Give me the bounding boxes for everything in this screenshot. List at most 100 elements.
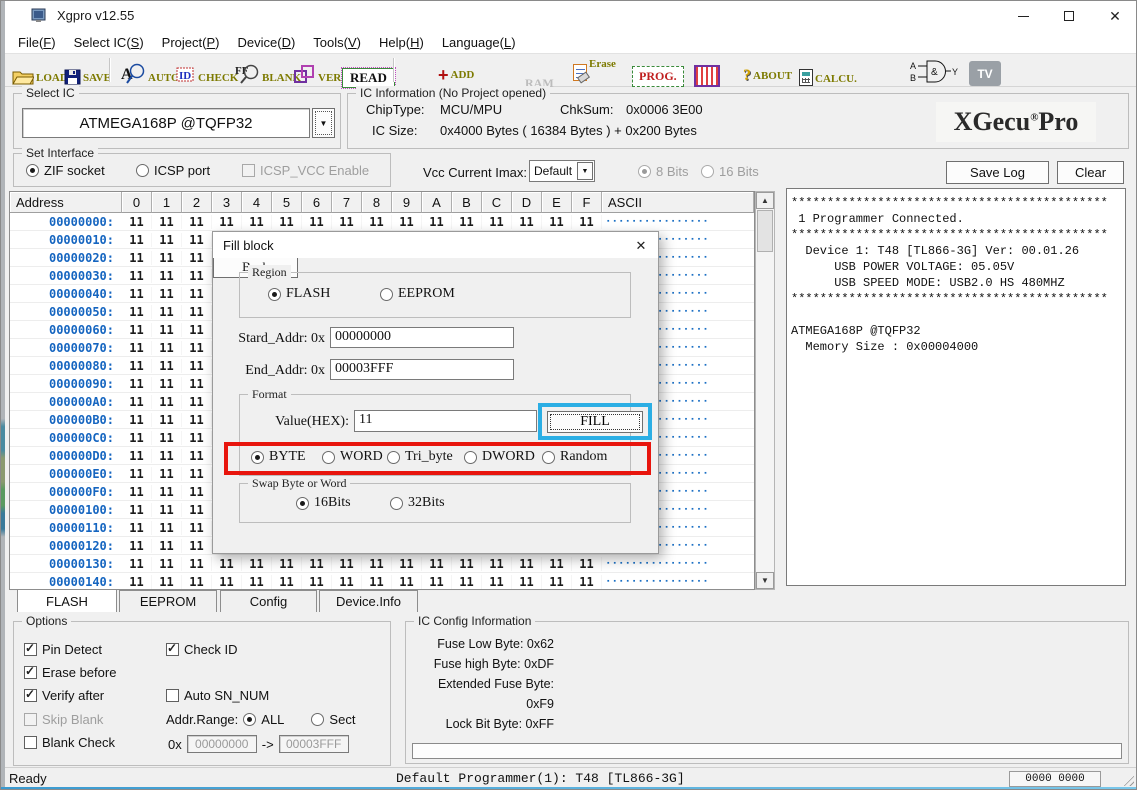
ic-test-button[interactable]	[694, 59, 720, 87]
hex-byte-cell[interactable]: 11	[152, 323, 182, 337]
fill-button[interactable]: FILL	[547, 411, 643, 433]
bits32-swap-radio[interactable]: 32Bits	[390, 495, 445, 511]
zif-socket-radio[interactable]: ZIF socket	[26, 163, 105, 178]
hex-byte-cell[interactable]: 11	[152, 215, 182, 229]
hex-byte-cell[interactable]: 11	[182, 575, 212, 589]
hex-byte-cell[interactable]: 11	[152, 287, 182, 301]
read-button[interactable]: READ	[342, 60, 395, 88]
erase-button[interactable]: Erase	[573, 58, 616, 86]
hex-byte-cell[interactable]: 11	[182, 269, 212, 283]
clear-button[interactable]: Clear	[1057, 161, 1124, 184]
hex-byte-cell[interactable]: 11	[152, 503, 182, 517]
addr-range-sect-radio[interactable]	[311, 713, 324, 726]
hex-byte-cell[interactable]: 11	[152, 305, 182, 319]
select-ic-dropdown-button[interactable]: ▼	[312, 108, 335, 138]
hex-byte-cell[interactable]: 11	[122, 323, 152, 337]
hex-byte-cell[interactable]: 11	[182, 449, 212, 463]
hex-byte-cell[interactable]: 11	[182, 359, 212, 373]
dword-radio[interactable]: DWORD	[464, 449, 535, 465]
dialog-close-button[interactable]: ✕	[630, 236, 652, 256]
maximize-button[interactable]	[1046, 1, 1092, 31]
check-id-checkbox[interactable]: ✓ Check ID	[166, 642, 237, 657]
hex-byte-cell[interactable]: 11	[212, 557, 242, 571]
value-hex-input[interactable]: 11	[354, 410, 537, 432]
hex-byte-cell[interactable]: 11	[332, 557, 362, 571]
hex-byte-cell[interactable]: 11	[122, 449, 152, 463]
about-button[interactable]: ? ABOUT	[743, 62, 792, 90]
hex-byte-cell[interactable]: 11	[182, 467, 212, 481]
auto-button[interactable]: A AUTO	[121, 57, 180, 85]
hex-byte-cell[interactable]: 11	[182, 485, 212, 499]
hex-byte-cell[interactable]: 11	[152, 359, 182, 373]
hex-byte-cell[interactable]: 11	[272, 575, 302, 589]
hex-byte-cell[interactable]: 11	[512, 575, 542, 589]
tab-eeprom[interactable]: EEPROM	[119, 590, 217, 612]
hex-byte-cell[interactable]: 11	[212, 215, 242, 229]
hex-byte-cell[interactable]: 11	[152, 341, 182, 355]
hex-byte-cell[interactable]: 11	[122, 215, 152, 229]
scrollbar-thumb[interactable]	[757, 210, 773, 252]
icsp-vcc-checkbox[interactable]: ICSP_VCC Enable	[242, 163, 369, 178]
tv-button[interactable]: TV	[969, 58, 1001, 86]
erase-before-checkbox[interactable]: ✓ Erase before	[24, 665, 116, 680]
hex-byte-cell[interactable]: 11	[182, 251, 212, 265]
chevron-down-icon[interactable]: ▼	[577, 162, 593, 180]
hex-byte-cell[interactable]: 11	[482, 575, 512, 589]
hex-byte-cell[interactable]: 11	[182, 341, 212, 355]
hex-byte-cell[interactable]: 11	[152, 539, 182, 553]
check-id-button[interactable]: ID CHECK	[175, 57, 238, 85]
hex-byte-cell[interactable]: 11	[122, 251, 152, 265]
range-to-input[interactable]: 00003FFF	[279, 735, 349, 753]
hex-byte-cell[interactable]: 11	[182, 215, 212, 229]
hex-byte-cell[interactable]: 11	[152, 431, 182, 445]
addr-range-all-radio[interactable]	[243, 713, 256, 726]
hex-byte-cell[interactable]: 11	[572, 557, 602, 571]
tri-byte-radio[interactable]: Tri_byte	[387, 449, 453, 465]
menu-item[interactable]: Project(P)	[153, 33, 229, 52]
hex-byte-cell[interactable]: 11	[452, 575, 482, 589]
hex-byte-cell[interactable]: 11	[122, 431, 152, 445]
hex-scrollbar[interactable]: ▲ ▼	[755, 191, 775, 590]
scroll-down-button[interactable]: ▼	[756, 572, 774, 589]
bits16-radio[interactable]: 16 Bits	[701, 164, 759, 179]
logic-gate-button[interactable]: A B & Y	[910, 57, 958, 85]
hex-byte-cell[interactable]: 11	[152, 251, 182, 265]
hex-byte-cell[interactable]: 11	[302, 575, 332, 589]
minimize-button[interactable]	[1000, 1, 1046, 31]
ascii-cell[interactable]: ▪▪▪▪▪▪▪▪▪▪▪▪▪▪▪▪	[602, 218, 754, 225]
icsp-port-radio[interactable]: ICSP port	[136, 163, 210, 178]
hex-byte-cell[interactable]: 11	[182, 521, 212, 535]
save-button[interactable]: SAVE	[64, 57, 111, 85]
hex-byte-cell[interactable]: 11	[242, 557, 272, 571]
hex-byte-cell[interactable]: 11	[182, 431, 212, 445]
menu-item[interactable]: Tools(V)	[304, 33, 370, 52]
eeprom-radio[interactable]: EEPROM	[380, 286, 455, 302]
hex-byte-cell[interactable]: 11	[392, 557, 422, 571]
close-button[interactable]: ✕	[1092, 1, 1137, 31]
tab-flash[interactable]: FLASH	[17, 589, 117, 612]
prog-button[interactable]: PROG.	[632, 59, 684, 87]
hex-byte-cell[interactable]: 11	[542, 575, 572, 589]
flash-radio[interactable]: FLASH	[268, 286, 330, 302]
ascii-cell[interactable]: ▪▪▪▪▪▪▪▪▪▪▪▪▪▪▪▪	[602, 578, 754, 585]
menu-item[interactable]: Language(L)	[433, 33, 525, 52]
hex-byte-cell[interactable]: 11	[422, 557, 452, 571]
hex-byte-cell[interactable]: 11	[152, 521, 182, 535]
hex-byte-cell[interactable]: 11	[122, 287, 152, 301]
tab-config[interactable]: Config	[220, 590, 317, 612]
hex-byte-cell[interactable]: 11	[542, 557, 572, 571]
hex-byte-cell[interactable]: 11	[122, 539, 152, 553]
hex-byte-cell[interactable]: 11	[122, 395, 152, 409]
hex-byte-cell[interactable]: 11	[362, 557, 392, 571]
hex-byte-cell[interactable]: 11	[182, 377, 212, 391]
hex-byte-cell[interactable]: 11	[512, 215, 542, 229]
hex-byte-cell[interactable]: 11	[122, 377, 152, 391]
hex-byte-cell[interactable]: 11	[272, 557, 302, 571]
bits8-radio[interactable]: 8 Bits	[638, 164, 689, 179]
hex-byte-cell[interactable]: 11	[362, 215, 392, 229]
hex-byte-cell[interactable]: 11	[452, 215, 482, 229]
hex-byte-cell[interactable]: 11	[152, 557, 182, 571]
menu-item[interactable]: Select IC(S)	[65, 33, 153, 52]
hex-byte-cell[interactable]: 11	[572, 575, 602, 589]
hex-byte-cell[interactable]: 11	[182, 233, 212, 247]
